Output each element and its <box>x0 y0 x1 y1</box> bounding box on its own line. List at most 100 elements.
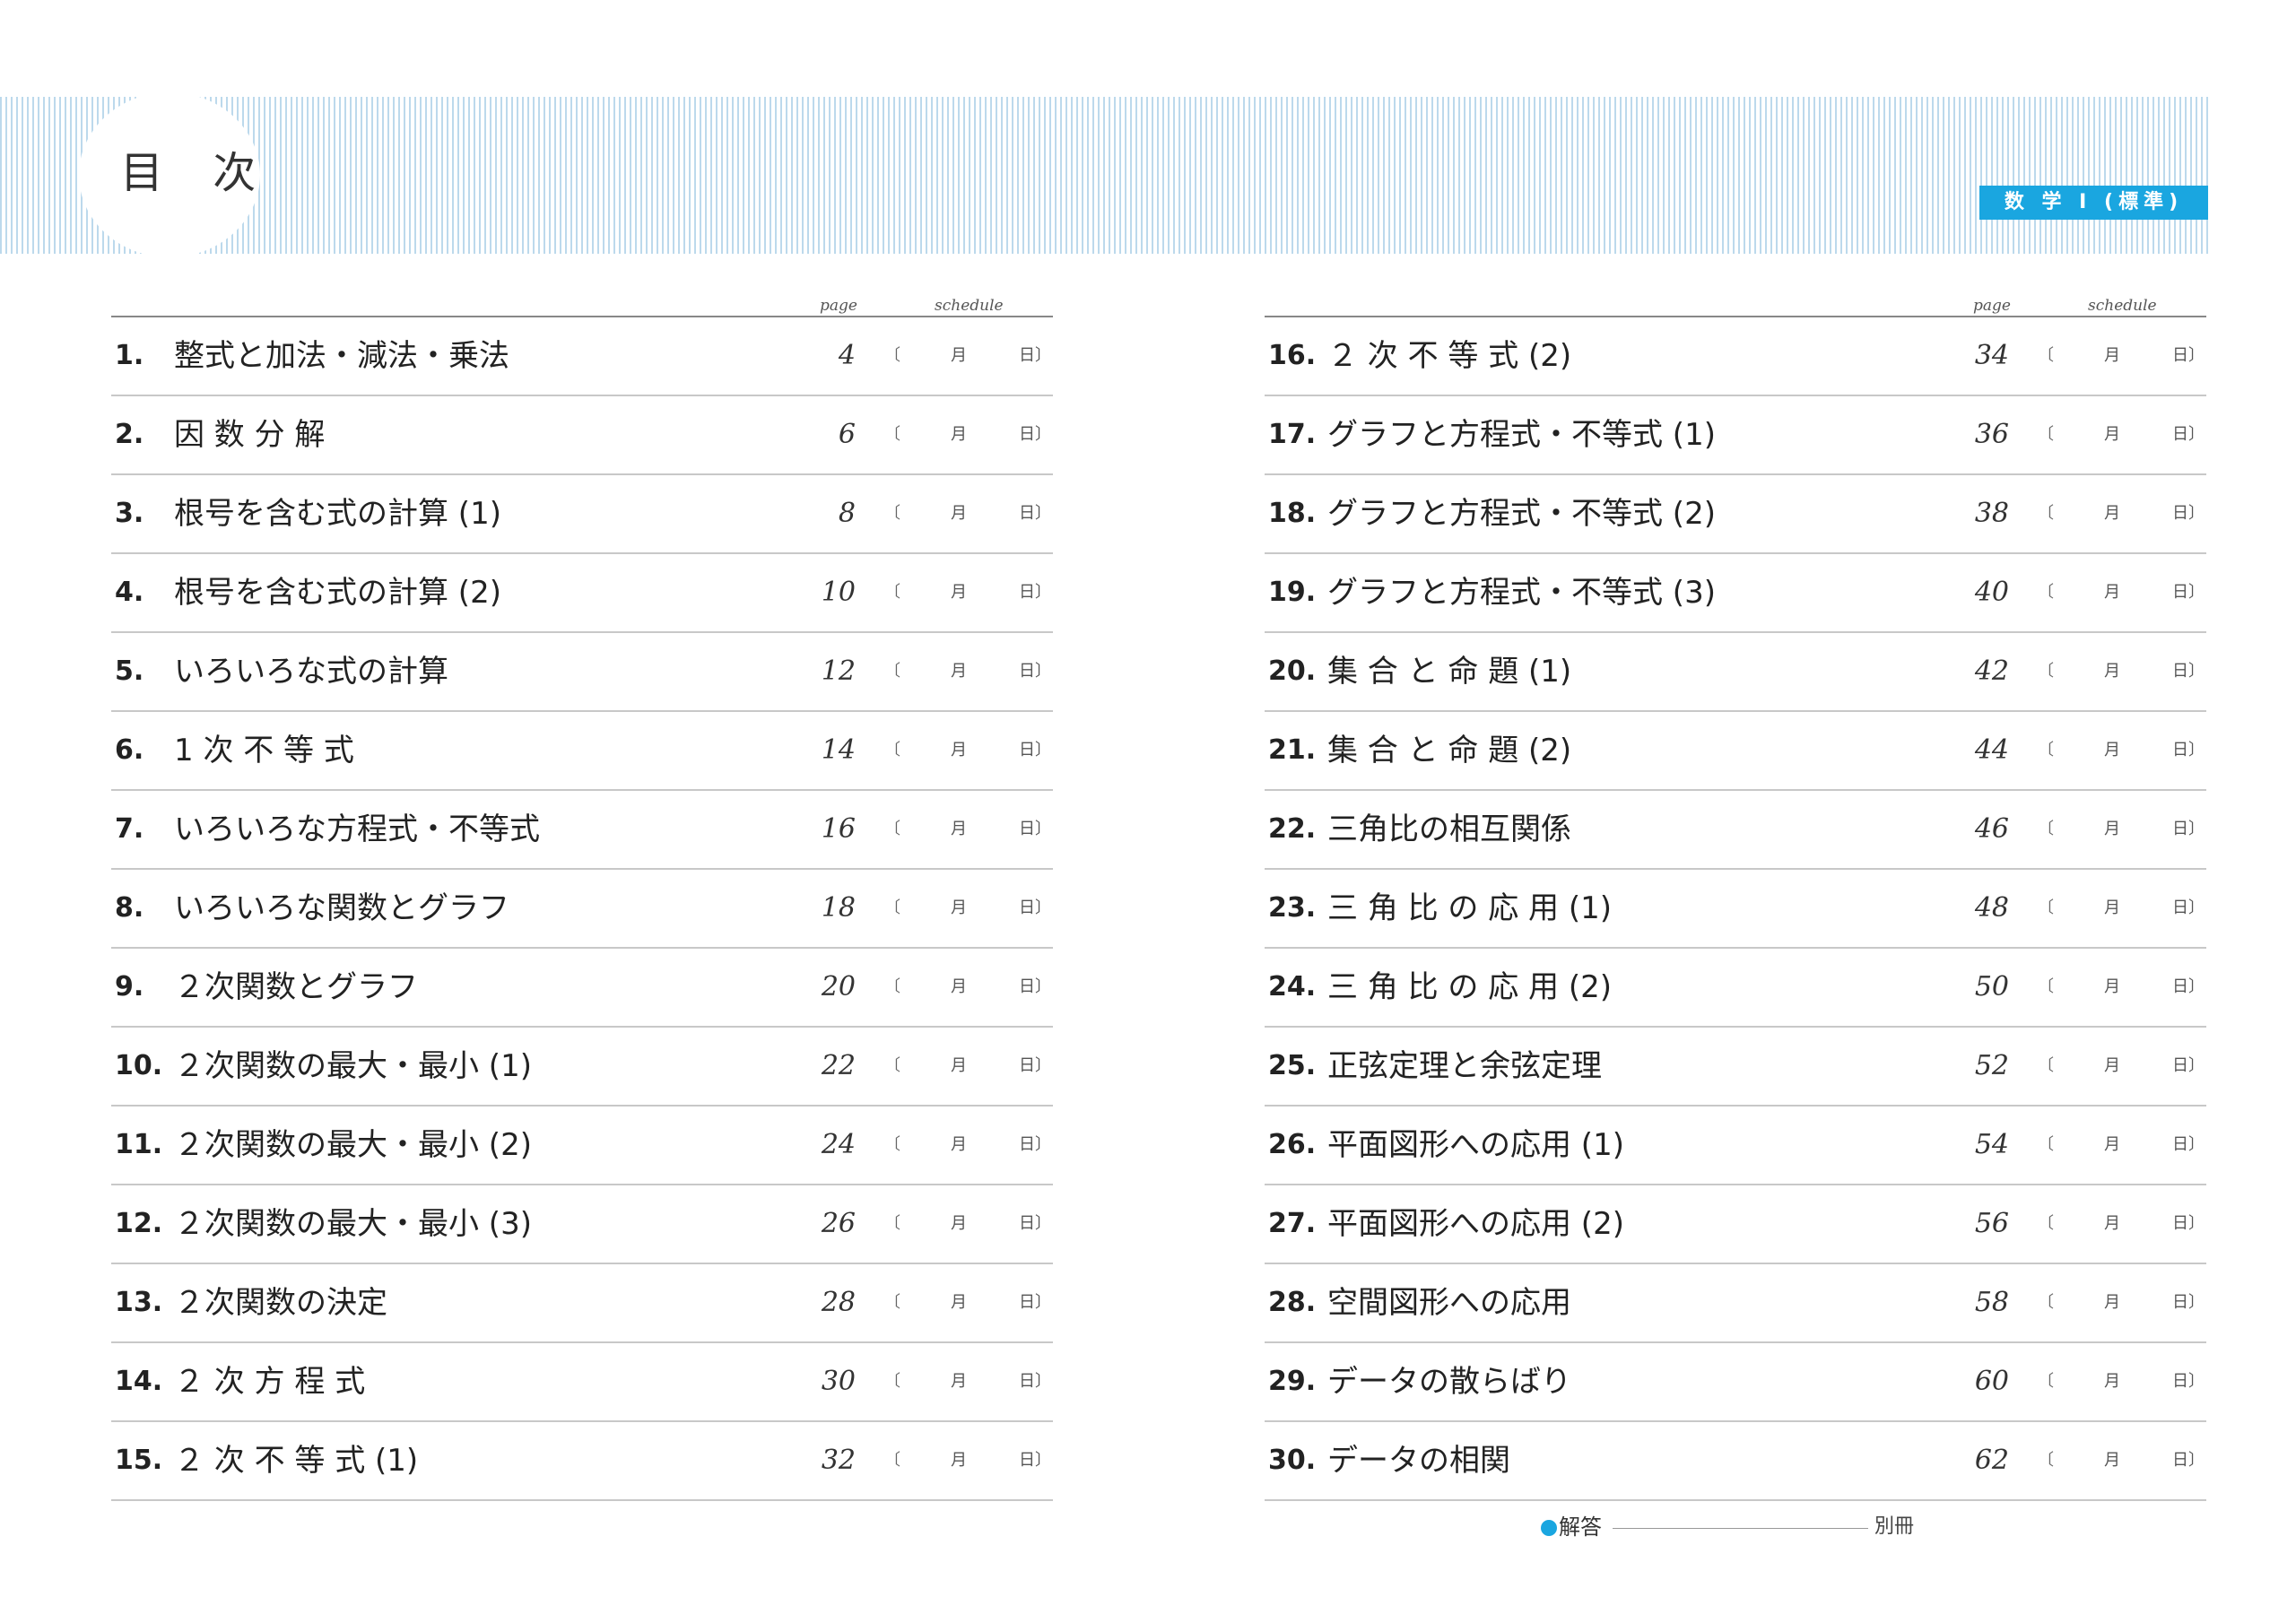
schedule-open-bracket: 〔 <box>884 346 900 365</box>
chapter-title: 三 角 比 の 応 用 (2) <box>1327 969 1613 1005</box>
toc-row: 9. ２次関数とグラフ 20 〔 月 日〕 <box>111 949 1053 1028</box>
chapter-number: 26. <box>1268 1129 1317 1160</box>
toc-row: 5. いろいろな式の計算 12 〔 月 日〕 <box>111 633 1053 712</box>
schedule-month-label: 月 <box>2104 977 2120 996</box>
answer-label: 解答 <box>1559 1515 1602 1540</box>
chapter-number: 13. <box>115 1287 163 1318</box>
schedule-open-bracket: 〔 <box>2038 504 2054 523</box>
answer-note: 解答 別冊 <box>1541 1514 1918 1541</box>
page-number: 40 <box>1974 577 2009 608</box>
schedule-day-label: 日〕 <box>1019 741 1051 759</box>
schedule-month-label: 月 <box>2104 1056 2120 1075</box>
page-number: 20 <box>821 971 856 1002</box>
schedule-month-label: 月 <box>2104 346 2120 365</box>
chapter-title: ２次関数の最大・最小 (1) <box>174 1048 532 1084</box>
schedule-month-label: 月 <box>951 977 967 996</box>
schedule-open-bracket: 〔 <box>884 898 900 917</box>
toc-row: 23. 三 角 比 の 応 用 (1) 48 〔 月 日〕 <box>1265 870 2206 949</box>
chapter-title: 整式と加法・減法・乗法 <box>174 338 509 374</box>
schedule-open-bracket: 〔 <box>2038 1451 2054 1470</box>
schedule-month-label: 月 <box>2104 1451 2120 1470</box>
schedule-open-bracket: 〔 <box>2038 425 2054 444</box>
schedule-open-bracket: 〔 <box>884 1214 900 1233</box>
schedule-day-label: 日〕 <box>2172 741 2205 759</box>
chapter-title: いろいろな関数とグラフ <box>174 890 509 926</box>
page-number: 32 <box>821 1445 856 1476</box>
page-number: 24 <box>821 1129 856 1160</box>
chapter-number: 5. <box>115 655 144 687</box>
schedule-month-label: 月 <box>2104 504 2120 523</box>
page-number: 30 <box>821 1366 856 1397</box>
schedule-open-bracket: 〔 <box>884 1135 900 1154</box>
page-column-label: page <box>820 297 857 315</box>
schedule-day-label: 日〕 <box>1019 977 1051 996</box>
schedule-open-bracket: 〔 <box>884 820 900 838</box>
schedule-month-label: 月 <box>951 1056 967 1075</box>
page-number: 14 <box>821 734 856 766</box>
chapter-title: 空間図形への応用 <box>1327 1285 1571 1321</box>
schedule-day-label: 日〕 <box>2172 425 2205 444</box>
schedule-day-label: 日〕 <box>2172 1214 2205 1233</box>
page-number: 28 <box>821 1287 856 1318</box>
toc-row: 15. ２ 次 不 等 式 (1) 32 〔 月 日〕 <box>111 1422 1053 1501</box>
schedule-day-label: 日〕 <box>1019 504 1051 523</box>
schedule-day-label: 日〕 <box>1019 1214 1051 1233</box>
schedule-open-bracket: 〔 <box>884 583 900 602</box>
page-number: 56 <box>1974 1208 2009 1239</box>
schedule-day-label: 日〕 <box>1019 1056 1051 1075</box>
toc-row: 16. ２ 次 不 等 式 (2) 34 〔 月 日〕 <box>1265 317 2206 396</box>
toc-row: 8. いろいろな関数とグラフ 18 〔 月 日〕 <box>111 870 1053 949</box>
chapter-title: いろいろな方程式・不等式 <box>174 812 540 847</box>
schedule-open-bracket: 〔 <box>884 425 900 444</box>
page-number: 52 <box>1974 1050 2009 1081</box>
chapter-title: ２次関数の決定 <box>174 1285 387 1321</box>
chapter-number: 28. <box>1268 1287 1317 1318</box>
page-number: 50 <box>1974 971 2009 1002</box>
chapter-title: 集 合 と 命 題 (2) <box>1327 733 1572 768</box>
page-number: 44 <box>1974 734 2009 766</box>
page-number: 16 <box>821 813 856 845</box>
toc-row: 29. データの散らばり 60 〔 月 日〕 <box>1265 1343 2206 1422</box>
chapter-title: ２次関数の最大・最小 (2) <box>174 1127 532 1163</box>
schedule-day-label: 日〕 <box>2172 662 2205 681</box>
page-number: 10 <box>821 577 856 608</box>
chapter-number: 21. <box>1268 734 1317 766</box>
schedule-month-label: 月 <box>951 346 967 365</box>
schedule-column-label: schedule <box>935 297 1004 315</box>
schedule-month-label: 月 <box>951 1214 967 1233</box>
page-number: 6 <box>838 419 856 450</box>
schedule-month-label: 月 <box>951 898 967 917</box>
toc-list-right: 16. ２ 次 不 等 式 (2) 34 〔月日〕 17. グラフと方程式・不等式 (1)… <box>1265 317 2206 1501</box>
page-number: 38 <box>1974 498 2009 529</box>
chapter-title: グラフと方程式・不等式 (3) <box>1327 575 1716 611</box>
page-number: 48 <box>1974 892 2009 924</box>
chapter-number: 2. <box>115 419 144 450</box>
chapter-number: 9. <box>115 971 144 1002</box>
toc-row: 1. 整式と加法・減法・乗法 4 〔 月 日〕 <box>111 317 1053 396</box>
leader-line <box>1613 1528 1868 1529</box>
schedule-open-bracket: 〔 <box>884 504 900 523</box>
schedule-day-label: 日〕 <box>2172 1451 2205 1470</box>
column-header: page schedule <box>1265 294 2206 317</box>
chapter-number: 8. <box>115 892 144 924</box>
chapter-number: 7. <box>115 813 144 845</box>
schedule-day-label: 日〕 <box>2172 977 2205 996</box>
toc-row: 27. 平面図形への応用 (2) 56 〔 月 日〕 <box>1265 1185 2206 1264</box>
page-number: 54 <box>1974 1129 2009 1160</box>
toc-row: 24. 三 角 比 の 応 用 (2) 50 〔 月 日〕 <box>1265 949 2206 1028</box>
schedule-day-label: 日〕 <box>1019 425 1051 444</box>
schedule-day-label: 日〕 <box>1019 1293 1051 1312</box>
toc-row: 4. 根号を含む式の計算 (2) 10 〔 月 日〕 <box>111 554 1053 633</box>
schedule-open-bracket: 〔 <box>884 1372 900 1391</box>
chapter-title: グラフと方程式・不等式 (1) <box>1327 417 1716 453</box>
toc-row: 14. ２ 次 方 程 式 30 〔 月 日〕 <box>111 1343 1053 1422</box>
schedule-open-bracket: 〔 <box>884 741 900 759</box>
bullet-dot-icon <box>1541 1520 1557 1536</box>
schedule-open-bracket: 〔 <box>884 662 900 681</box>
chapter-number: 10. <box>115 1050 163 1081</box>
schedule-open-bracket: 〔 <box>884 1293 900 1312</box>
schedule-month-label: 月 <box>951 583 967 602</box>
chapter-title: 1 次 不 等 式 <box>174 733 354 768</box>
schedule-month-label: 月 <box>2104 1372 2120 1391</box>
chapter-title: 因 数 分 解 <box>174 417 326 453</box>
